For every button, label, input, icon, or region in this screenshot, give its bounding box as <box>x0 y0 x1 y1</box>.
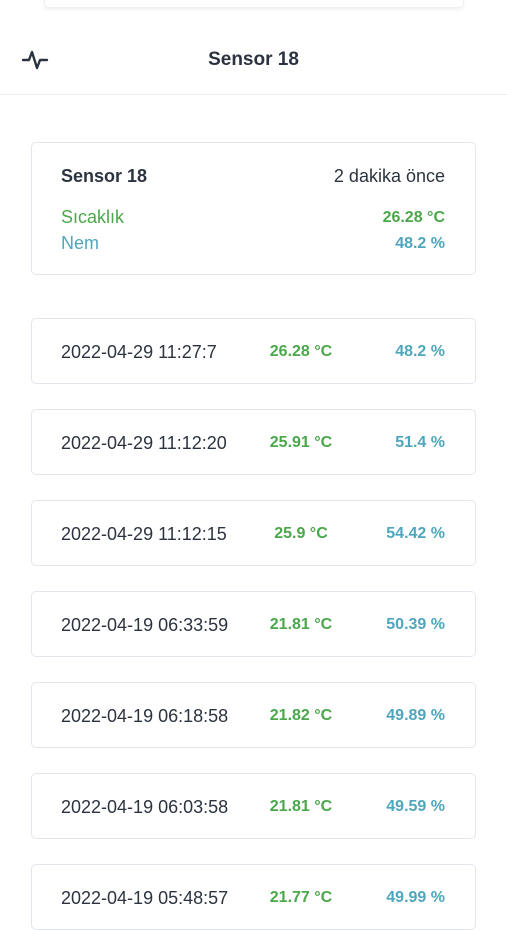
sensor-summary-card[interactable]: Sensor 18 2 dakika önce Sıcaklık 26.28 °… <box>31 142 476 275</box>
page-title: Sensor 18 <box>208 49 299 70</box>
reading-row[interactable]: 2022-04-29 11:27:7 26.28 °C 48.2 % <box>31 318 476 384</box>
reading-temperature: 21.82 °C <box>269 707 333 724</box>
reading-temperature: 21.81 °C <box>269 616 333 633</box>
app-header: Sensor 18 <box>0 26 507 95</box>
reading-time: 2022-04-19 06:18:58 <box>61 706 229 726</box>
reading-row[interactable]: 2022-04-29 11:12:15 25.9 °C 54.42 % <box>31 500 476 566</box>
temperature-value: 26.28 °C <box>382 209 445 226</box>
reading-time: 2022-04-19 05:48:57 <box>61 888 229 908</box>
reading-humidity: 49.89 % <box>386 707 445 724</box>
reading-humidity: 51.4 % <box>395 434 445 451</box>
reading-time: 2022-04-19 06:33:59 <box>61 615 229 635</box>
reading-temperature: 21.77 °C <box>269 889 333 906</box>
reading-humidity: 54.42 % <box>386 525 445 542</box>
reading-temperature: 21.81 °C <box>269 798 333 815</box>
reading-temperature: 25.9 °C <box>274 525 328 542</box>
reading-humidity: 49.59 % <box>386 798 445 815</box>
reading-temperature: 26.28 °C <box>269 343 333 360</box>
humidity-label: Nem <box>61 233 100 253</box>
humidity-value: 48.2 % <box>395 235 445 252</box>
reading-time: 2022-04-29 11:12:15 <box>61 524 227 544</box>
reading-row[interactable]: 2022-04-19 06:18:58 21.82 °C 49.89 % <box>31 682 476 748</box>
reading-humidity: 48.2 % <box>395 343 445 360</box>
reading-temperature: 25.91 °C <box>269 434 333 451</box>
reading-time: 2022-04-29 11:27:7 <box>61 342 217 362</box>
reading-time: 2022-04-19 06:03:58 <box>61 797 229 817</box>
reading-humidity: 50.39 % <box>386 616 445 633</box>
sensor-name: Sensor 18 <box>61 166 148 186</box>
reading-humidity: 49.99 % <box>386 889 445 906</box>
reading-row[interactable]: 2022-04-19 05:48:57 21.77 °C 49.99 % <box>31 864 476 930</box>
reading-time: 2022-04-29 11:12:20 <box>61 433 227 453</box>
reading-row[interactable]: 2022-04-19 06:33:59 21.81 °C 50.39 % <box>31 591 476 657</box>
reading-row[interactable]: 2022-04-19 06:03:58 21.81 °C 49.59 % <box>31 773 476 839</box>
last-update-time: 2 dakika önce <box>333 166 445 186</box>
temperature-label: Sıcaklık <box>61 207 125 227</box>
reading-row[interactable]: 2022-04-29 11:12:20 25.91 °C 51.4 % <box>31 409 476 475</box>
previous-card-fragment <box>44 0 464 8</box>
